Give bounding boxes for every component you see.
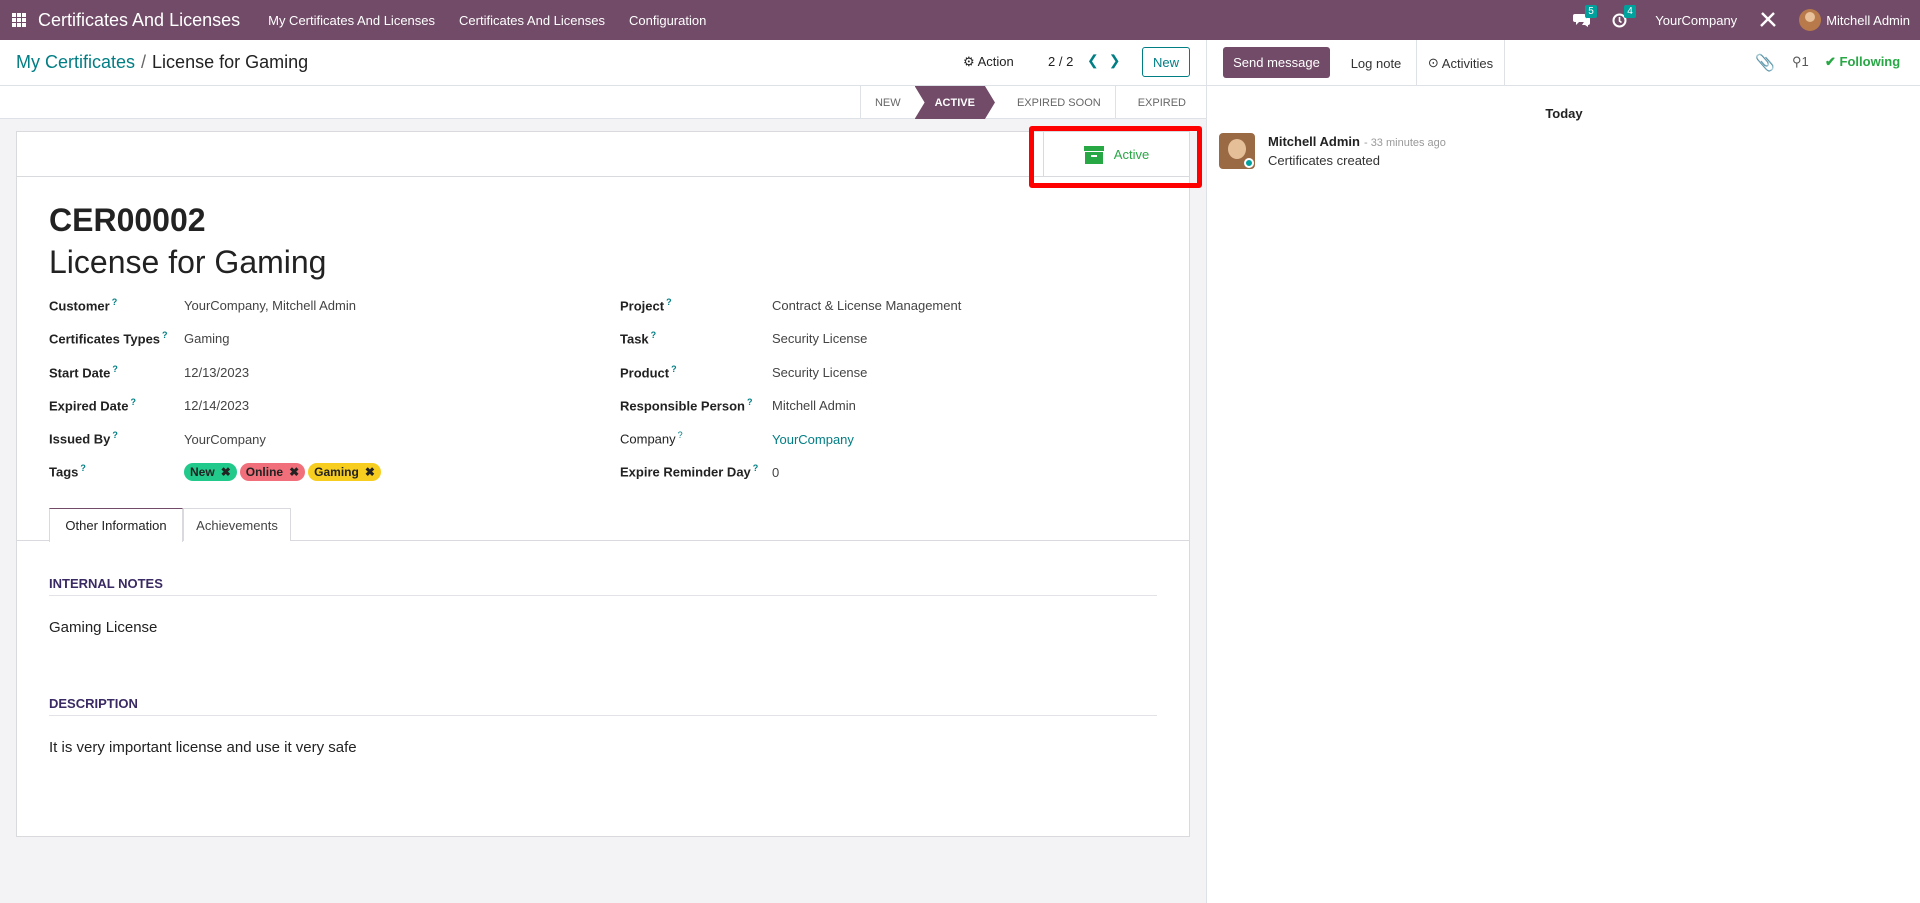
new-button[interactable]: New <box>1142 47 1190 77</box>
certificate-type-label: Certificates Types? <box>49 330 168 347</box>
certificate-type-value[interactable]: Gaming <box>184 331 230 346</box>
description-title: DESCRIPTION <box>49 696 1157 716</box>
log-note-button[interactable]: Log note <box>1332 40 1420 86</box>
breadcrumb-current: License for Gaming <box>152 52 309 72</box>
message-body: Certificates created <box>1268 153 1380 168</box>
record-code: CER00002 <box>49 202 206 238</box>
apps-menu-icon[interactable] <box>12 13 26 27</box>
task-label: Task? <box>620 330 657 347</box>
start-date-value[interactable]: 12/13/2023 <box>184 365 249 380</box>
clock-icon: ⊙ <box>1427 55 1439 70</box>
action-button[interactable]: ⚙ Action <box>963 54 1014 70</box>
product-value[interactable]: Security License <box>772 365 867 380</box>
expire-reminder-value[interactable]: 0 <box>772 465 779 480</box>
online-status-icon <box>1244 158 1254 168</box>
pager-value[interactable]: 2 / 2 <box>1048 54 1073 69</box>
user-menu[interactable]: Mitchell Admin <box>1799 9 1910 31</box>
tab-achievements[interactable]: Achievements <box>183 508 291 541</box>
user-avatar <box>1799 9 1822 31</box>
tab-other-information[interactable]: Other Information <box>49 508 183 542</box>
chatter-panel: Send message Log note ⊙ Activities 📎 ⚲1 ✔… <box>1206 40 1920 903</box>
menu-configuration[interactable]: Configuration <box>629 13 706 28</box>
message-time: - 33 minutes ago <box>1363 137 1446 149</box>
start-date-label: Start Date? <box>49 364 118 381</box>
internal-notes-title: INTERNAL NOTES <box>49 576 1157 596</box>
expire-reminder-label: Expire Reminder Day? <box>620 463 759 480</box>
responsible-person-label: Responsible Person? <box>620 397 753 414</box>
stage-expired-soon[interactable]: EXPIRED SOON <box>995 86 1115 119</box>
notebook-tabs: Other Information Achievements <box>17 508 1189 542</box>
date-separator: Today <box>1545 106 1583 121</box>
top-navbar: Certificates And Licenses My Certificate… <box>0 0 1920 40</box>
messages-button[interactable]: 5 <box>1573 5 1597 27</box>
menu-certificates[interactable]: Certificates And Licenses <box>459 13 605 28</box>
task-value[interactable]: Security License <box>772 331 867 346</box>
remove-tag-icon[interactable]: ✖ <box>221 465 231 479</box>
activities-button-chatter[interactable]: ⊙ Activities <box>1416 40 1505 86</box>
stage-new[interactable]: NEW <box>859 86 915 119</box>
user-icon: ⚲ <box>1792 54 1802 69</box>
activities-label: Activities <box>1441 55 1494 71</box>
stage-active[interactable]: ACTIVE <box>915 86 995 119</box>
form-sheet: Active CER00002 License for Gaming Custo… <box>16 131 1190 837</box>
breadcrumb: My Certificates / License for Gaming <box>16 52 308 73</box>
chevron-left-icon[interactable]: ❮ <box>1087 52 1109 68</box>
tools-icon[interactable] <box>1759 11 1777 29</box>
customer-value[interactable]: YourCompany, Mitchell Admin <box>184 298 356 313</box>
control-panel: My Certificates / License for Gaming ⚙ Act… <box>0 40 1206 86</box>
message-avatar[interactable] <box>1219 133 1255 169</box>
button-box: Active <box>17 132 1189 177</box>
remove-tag-icon[interactable]: ✖ <box>289 465 299 479</box>
user-name: Mitchell Admin <box>1826 12 1910 28</box>
send-message-button[interactable]: Send message <box>1223 47 1330 78</box>
app-brand[interactable]: Certificates And Licenses <box>38 10 240 31</box>
company-label: Company? <box>620 430 683 447</box>
responsible-person-value[interactable]: Mitchell Admin <box>772 398 856 413</box>
product-label: Product? <box>620 364 677 381</box>
breadcrumb-parent[interactable]: My Certificates <box>16 52 135 72</box>
check-icon: ✔ <box>1825 54 1836 69</box>
paperclip-icon[interactable]: 📎 <box>1755 53 1775 73</box>
expired-date-value[interactable]: 12/14/2023 <box>184 398 249 413</box>
tag-new[interactable]: New ✖ <box>184 463 237 481</box>
message-author: Mitchell Admin - 33 minutes ago <box>1268 134 1446 149</box>
internal-notes-text[interactable]: Gaming License <box>49 619 157 636</box>
stage-expired[interactable]: EXPIRED <box>1114 86 1200 119</box>
menu-my-certificates[interactable]: My Certificates And Licenses <box>268 13 435 28</box>
stage-pipeline: NEW ACTIVE EXPIRED SOON EXPIRED <box>859 86 1200 119</box>
followers-button[interactable]: ⚲1 <box>1792 54 1809 70</box>
expired-date-label: Expired Date? <box>49 397 136 414</box>
messages-count-badge: 5 <box>1585 5 1597 18</box>
customer-label: Customer? <box>49 297 118 314</box>
description-text[interactable]: It is very important license and use it … <box>49 739 357 756</box>
tag-online[interactable]: Online ✖ <box>239 463 306 481</box>
project-label: Project? <box>620 297 672 314</box>
remove-tag-icon[interactable]: ✖ <box>365 465 375 479</box>
message-author-name[interactable]: Mitchell Admin <box>1268 134 1360 149</box>
activities-button[interactable]: 4 <box>1612 4 1636 28</box>
breadcrumb-separator: / <box>141 52 147 72</box>
issued-by-value[interactable]: YourCompany <box>184 432 266 447</box>
action-label: Action <box>977 54 1014 69</box>
tag-gaming[interactable]: Gaming ✖ <box>308 463 381 481</box>
status-bar: NEW ACTIVE EXPIRED SOON EXPIRED <box>0 86 1206 119</box>
pager-arrows: ❮❯ <box>1087 52 1130 69</box>
tags-label: Tags? <box>49 463 86 480</box>
company-switcher[interactable]: YourCompany <box>1655 13 1737 28</box>
chatter-topbar: Send message Log note ⊙ Activities 📎 ⚲1 ✔… <box>1207 40 1920 86</box>
highlight-box <box>1029 126 1202 188</box>
tags-field[interactable]: New ✖ Online ✖ Gaming ✖ <box>184 463 381 481</box>
following-button[interactable]: ✔ Following <box>1825 54 1900 70</box>
gear-icon: ⚙ <box>963 54 975 69</box>
project-value[interactable]: Contract & License Management <box>772 298 961 313</box>
activities-count-badge: 4 <box>1624 4 1636 18</box>
company-value[interactable]: YourCompany <box>772 432 854 447</box>
record-name[interactable]: License for Gaming <box>49 244 326 281</box>
issued-by-label: Issued By? <box>49 430 118 447</box>
chevron-right-icon[interactable]: ❯ <box>1109 52 1131 68</box>
